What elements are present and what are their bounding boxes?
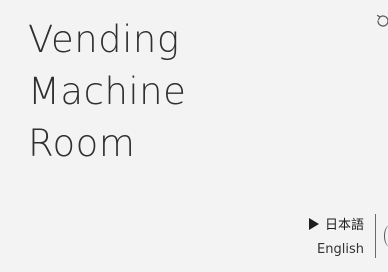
title-line-3: Room xyxy=(28,122,136,165)
page-title: Vending Machine Room xyxy=(28,14,186,170)
divider xyxy=(375,214,376,258)
title-line-2: Machine xyxy=(28,70,187,113)
language-label-english: English xyxy=(317,242,364,257)
selected-arrow-icon xyxy=(308,218,319,230)
title-line-1: Vending xyxy=(28,18,180,61)
language-menu: 日本語 English xyxy=(308,214,364,262)
rotate-icon[interactable] xyxy=(376,14,388,28)
language-label-japanese: 日本語 xyxy=(324,218,364,233)
circular-control-icon[interactable] xyxy=(384,225,388,247)
language-option-japanese[interactable]: 日本語 xyxy=(308,214,364,238)
language-option-english[interactable]: English xyxy=(309,238,364,262)
